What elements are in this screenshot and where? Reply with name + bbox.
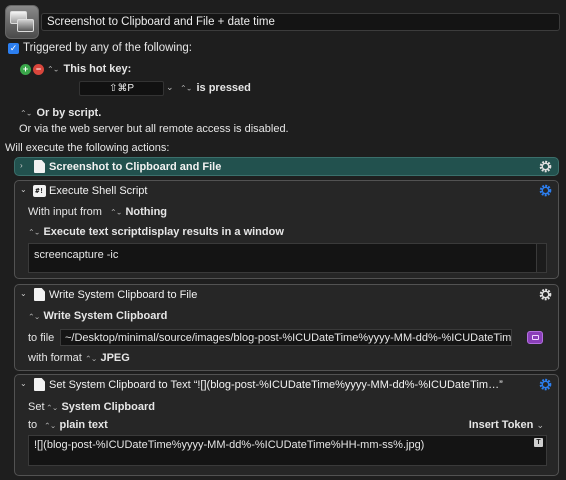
action-set-clipboard-to-text[interactable]: ⌄ Set System Clipboard to Text “![](blog…: [14, 374, 559, 476]
action-title: Write System Clipboard to File: [49, 289, 198, 301]
disclosure-triangle-icon[interactable]: ⌄: [20, 379, 27, 388]
updown-icon: ⌃⌄: [20, 109, 32, 118]
insert-token-menu[interactable]: Insert Token ⌄: [469, 419, 544, 431]
set-label: Set: [28, 401, 45, 413]
or-by-script-popup[interactable]: ⌃⌄ Or by script.: [20, 107, 101, 119]
disclosure-triangle-icon[interactable]: ⌄: [20, 289, 27, 298]
gear-icon[interactable]: [538, 377, 553, 392]
hotkey-trigger-popup[interactable]: ⌃⌄ This hot key:: [47, 63, 131, 75]
script-text-area[interactable]: screencapture -ic: [28, 243, 547, 273]
gear-icon[interactable]: [538, 159, 553, 174]
window-icon-front: [17, 19, 34, 32]
text-tokens-icon[interactable]: T: [534, 438, 543, 447]
with-input-popup[interactable]: ⌃⌄ Nothing: [110, 206, 167, 218]
updown-icon: ⌃⌄: [126, 228, 138, 237]
will-execute-label: Will execute the following actions:: [5, 142, 170, 154]
gear-icon[interactable]: [538, 183, 553, 198]
file-path-text: ~/Desktop/minimal/source/images/blog-pos…: [65, 332, 512, 344]
updown-icon: ⌃⌄: [85, 354, 97, 363]
to-file-label: to file: [28, 332, 55, 344]
display-mode-popup[interactable]: ⌃⌄ display results in a window: [126, 226, 284, 238]
pressed-popup[interactable]: ⌃⌄ is pressed: [180, 82, 251, 94]
with-format-label: with format: [28, 352, 82, 364]
updown-icon: ⌃⌄: [47, 65, 59, 74]
text-mode-popup[interactable]: ⌃⌄ plain text: [44, 419, 108, 431]
triggered-label: Triggered by any of the following:: [23, 42, 192, 54]
updown-icon: ⌃⌄: [28, 228, 40, 237]
action-title: Screenshot to Clipboard and File: [49, 161, 222, 173]
hotkey-field[interactable]: ⇧⌘P: [79, 81, 164, 96]
updown-icon: ⌃⌄: [28, 312, 40, 321]
insert-token-label: Insert Token: [468, 419, 534, 431]
or-by-script-label: Or by script.: [36, 107, 102, 119]
action-title: Execute Shell Script: [49, 185, 148, 197]
clipboard-source-value: Write System Clipboard: [43, 310, 168, 322]
add-trigger-button[interactable]: +: [20, 64, 31, 75]
macro-title-field[interactable]: Screenshot to Clipboard and File + date …: [41, 13, 560, 31]
chevron-down-icon: ⌄: [536, 420, 544, 430]
clipboard-source-popup[interactable]: ⌃⌄ Write System Clipboard: [28, 310, 167, 322]
execute-mode-popup[interactable]: ⌃⌄ Execute text script: [28, 226, 141, 238]
macro-icon[interactable]: [5, 5, 39, 39]
token-picker-button[interactable]: [527, 331, 543, 344]
clipboard-target-popup[interactable]: ⌃⌄ System Clipboard: [46, 401, 155, 413]
updown-icon: ⌃⌄: [110, 208, 122, 217]
action-screenshot-to-clipboard-and-file[interactable]: › Screenshot to Clipboard and File: [14, 157, 559, 176]
format-value: JPEG: [100, 352, 130, 364]
gear-icon[interactable]: [538, 287, 553, 302]
clipboard-text: ![](blog-post-%ICUDateTime%yyyy-MM-dd%-%…: [34, 439, 425, 451]
terminal-icon: #!: [33, 185, 46, 197]
disclosure-triangle-icon[interactable]: ⌄: [20, 185, 27, 194]
action-title: Set System Clipboard to Text “![](blog-p…: [49, 379, 503, 391]
script-scrollbar[interactable]: [536, 244, 546, 272]
pressed-label: is pressed: [196, 82, 251, 94]
clipboard-text-icon: [34, 378, 45, 391]
document-icon: [34, 160, 45, 173]
display-mode-value: display results in a window: [141, 226, 284, 238]
triggered-checkbox[interactable]: ✓: [8, 43, 19, 54]
format-popup[interactable]: ⌃⌄ JPEG: [85, 352, 130, 364]
document-icon: [34, 288, 45, 301]
script-text: screencapture -ic: [34, 249, 119, 261]
clipboard-target-value: System Clipboard: [61, 401, 155, 413]
file-path-field[interactable]: ~/Desktop/minimal/source/images/blog-pos…: [60, 329, 512, 346]
text-mode-value: plain text: [59, 419, 108, 431]
camera-icon: [532, 335, 539, 340]
with-input-label: With input from: [28, 206, 102, 218]
disclosure-triangle-icon[interactable]: ›: [20, 161, 23, 170]
action-execute-shell-script[interactable]: ⌄ #! Execute Shell Script With input fro…: [14, 180, 559, 279]
action-write-clipboard-to-file[interactable]: ⌄ Write System Clipboard to File ⌃⌄ Writ…: [14, 284, 559, 371]
updown-icon: ⌃⌄: [44, 421, 56, 430]
remove-trigger-button[interactable]: −: [33, 64, 44, 75]
with-input-value: Nothing: [125, 206, 168, 218]
hotkey-label: This hot key:: [63, 63, 132, 75]
to-label: to: [28, 419, 38, 431]
clipboard-text-area[interactable]: ![](blog-post-%ICUDateTime%yyyy-MM-dd%-%…: [28, 435, 547, 466]
web-server-note: Or via the web server but all remote acc…: [19, 123, 289, 135]
updown-icon: ⌃⌄: [46, 403, 58, 412]
updown-icon: ⌃⌄: [180, 84, 192, 93]
hotkey-dropdown-chevron-icon[interactable]: ⌄: [166, 82, 174, 93]
